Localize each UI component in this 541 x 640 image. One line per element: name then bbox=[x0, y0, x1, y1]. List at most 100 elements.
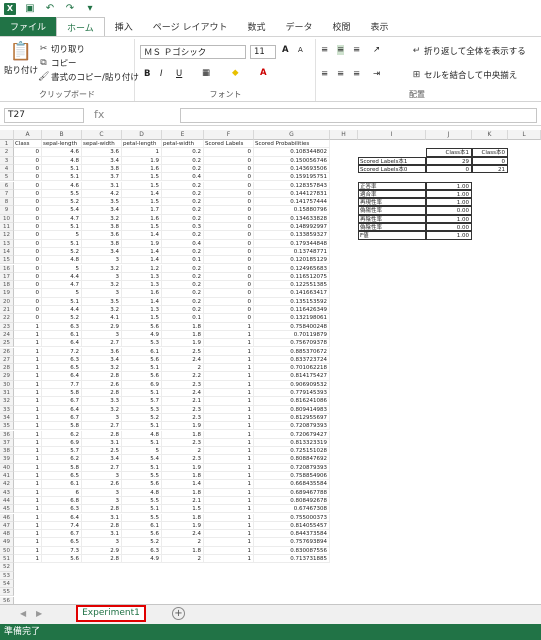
data-cell[interactable]: 6.9 bbox=[42, 438, 82, 448]
row-header[interactable]: 35 bbox=[0, 422, 14, 431]
confusion-header-class0[interactable]: Class本0 bbox=[472, 148, 508, 157]
data-cell[interactable]: 0.2 bbox=[162, 264, 204, 273]
data-cell[interactable]: 0 bbox=[14, 181, 42, 190]
data-cell[interactable]: 1 bbox=[204, 330, 254, 340]
data-cell[interactable]: 2.3 bbox=[162, 413, 204, 423]
data-cell[interactable]: 1.6 bbox=[122, 289, 162, 298]
data-cell[interactable]: 1.9 bbox=[122, 239, 162, 248]
data-cell[interactable]: 2 bbox=[162, 538, 204, 547]
data-cell[interactable]: 0.135153592 bbox=[254, 297, 330, 306]
metric-value[interactable]: 1.00 bbox=[426, 189, 472, 199]
data-cell[interactable]: 1 bbox=[14, 438, 42, 448]
sheet-tab-experiment1[interactable]: Experiment1 bbox=[76, 605, 146, 622]
data-cell[interactable]: 0 bbox=[14, 247, 42, 257]
data-cell[interactable]: 0 bbox=[204, 297, 254, 306]
data-cell[interactable]: 0.756709378 bbox=[254, 339, 330, 348]
data-cell[interactable]: 5 bbox=[122, 447, 162, 456]
data-cell[interactable]: 0 bbox=[14, 239, 42, 248]
data-cell[interactable]: 4.6 bbox=[42, 181, 82, 190]
metric-value[interactable]: 1.00 bbox=[426, 231, 472, 240]
row-header[interactable]: 38 bbox=[0, 447, 14, 456]
data-cell[interactable]: 1 bbox=[204, 438, 254, 448]
data-cell[interactable]: 0 bbox=[14, 314, 42, 323]
italic-button[interactable]: I bbox=[160, 69, 163, 79]
data-cell[interactable]: 1.6 bbox=[122, 214, 162, 223]
data-cell[interactable]: 0 bbox=[204, 181, 254, 190]
data-cell[interactable]: 0.813323319 bbox=[254, 438, 330, 448]
data-cell[interactable]: 5.1 bbox=[122, 364, 162, 373]
data-cell[interactable]: 5.1 bbox=[122, 505, 162, 514]
data-cell[interactable]: 5.8 bbox=[42, 389, 82, 398]
data-cell[interactable]: 1 bbox=[204, 480, 254, 489]
format-painter-button[interactable]: 🖌 書式のコピー/貼り付け bbox=[38, 71, 139, 84]
row-header[interactable]: 40 bbox=[0, 463, 14, 472]
data-cell[interactable]: 0.758854906 bbox=[254, 472, 330, 481]
metric-label[interactable]: 適合率 bbox=[358, 189, 426, 199]
row-header[interactable]: 34 bbox=[0, 413, 14, 423]
row-header[interactable]: 28 bbox=[0, 364, 14, 373]
data-cell[interactable]: 2.8 bbox=[82, 505, 122, 514]
data-cell[interactable]: 3.2 bbox=[82, 214, 122, 223]
data-cell[interactable]: 6.1 bbox=[122, 521, 162, 531]
row-header[interactable]: 46 bbox=[0, 513, 14, 522]
bold-button[interactable]: B bbox=[144, 69, 150, 79]
data-cell[interactable]: 1 bbox=[14, 372, 42, 381]
data-cell[interactable]: 1.5 bbox=[122, 181, 162, 190]
redo-icon[interactable]: ↷ bbox=[64, 3, 76, 15]
data-cell[interactable]: 1 bbox=[14, 339, 42, 348]
row-header[interactable]: 56 bbox=[0, 596, 14, 604]
data-cell[interactable]: 2.3 bbox=[162, 405, 204, 414]
data-cell[interactable]: 6.5 bbox=[42, 538, 82, 547]
data-cell[interactable]: 6.7 bbox=[42, 397, 82, 406]
font-name-select[interactable]: ＭＳ Ｐゴシック bbox=[140, 45, 246, 59]
data-cell[interactable]: 0.67467308 bbox=[254, 505, 330, 514]
row-header[interactable]: 44 bbox=[0, 496, 14, 506]
data-cell[interactable]: 0.179344848 bbox=[254, 239, 330, 248]
tab-file[interactable]: ファイル bbox=[0, 17, 57, 36]
data-cell[interactable]: 0.132198061 bbox=[254, 314, 330, 323]
align-right-icon[interactable]: ≡ bbox=[353, 69, 360, 79]
data-cell[interactable]: 1 bbox=[204, 447, 254, 456]
data-cell[interactable]: 1 bbox=[14, 521, 42, 531]
data-cell[interactable]: 3.4 bbox=[82, 156, 122, 165]
column-header[interactable]: I bbox=[358, 130, 426, 140]
data-cell[interactable]: 5.6 bbox=[42, 555, 82, 564]
data-cell[interactable]: 3.8 bbox=[82, 164, 122, 174]
metric-value[interactable]: 1.00 bbox=[426, 214, 472, 223]
data-cell[interactable]: 1 bbox=[14, 355, 42, 365]
data-cell[interactable]: 0.2 bbox=[162, 272, 204, 282]
data-cell[interactable]: 4.8 bbox=[42, 256, 82, 265]
data-cell[interactable]: 0.13748771 bbox=[254, 247, 330, 257]
data-cell[interactable]: 0.143693506 bbox=[254, 164, 330, 174]
row-header[interactable]: 43 bbox=[0, 488, 14, 497]
tab-data[interactable]: データ bbox=[275, 17, 322, 36]
row-header[interactable]: 52 bbox=[0, 563, 14, 572]
data-cell[interactable]: 1.8 bbox=[162, 472, 204, 481]
data-cell[interactable]: 1.7 bbox=[122, 206, 162, 215]
data-cell[interactable]: 1 bbox=[14, 488, 42, 497]
data-cell[interactable]: 1 bbox=[204, 455, 254, 464]
data-cell[interactable]: 1 bbox=[204, 355, 254, 365]
data-cell[interactable]: 3 bbox=[82, 272, 122, 282]
data-cell[interactable]: 5.2 bbox=[42, 198, 82, 207]
data-cell[interactable]: 1.5 bbox=[122, 314, 162, 323]
row-header[interactable]: 18 bbox=[0, 281, 14, 290]
data-cell[interactable]: 3.2 bbox=[82, 405, 122, 414]
data-cell[interactable]: 0.144127831 bbox=[254, 189, 330, 199]
data-cell[interactable]: 2 bbox=[162, 447, 204, 456]
data-cell[interactable]: 0 bbox=[14, 297, 42, 306]
data-cell[interactable]: 1 bbox=[14, 447, 42, 456]
row-header[interactable]: 2 bbox=[0, 148, 14, 157]
data-cell[interactable]: 3 bbox=[82, 330, 122, 340]
data-cell[interactable]: 0.4 bbox=[162, 173, 204, 182]
data-cell[interactable]: 5.2 bbox=[122, 413, 162, 423]
wrap-text-button[interactable]: ↵ 折り返して全体を表示する bbox=[411, 45, 526, 58]
data-cell[interactable]: 0.755000373 bbox=[254, 513, 330, 522]
column-header[interactable]: E bbox=[162, 130, 204, 140]
data-cell[interactable]: 5.4 bbox=[122, 455, 162, 464]
data-cell[interactable]: 2 bbox=[162, 364, 204, 373]
data-cell[interactable]: 3 bbox=[82, 256, 122, 265]
data-cell[interactable]: 1 bbox=[14, 389, 42, 398]
row-header[interactable]: 26 bbox=[0, 347, 14, 356]
data-cell[interactable]: 4.9 bbox=[122, 330, 162, 340]
